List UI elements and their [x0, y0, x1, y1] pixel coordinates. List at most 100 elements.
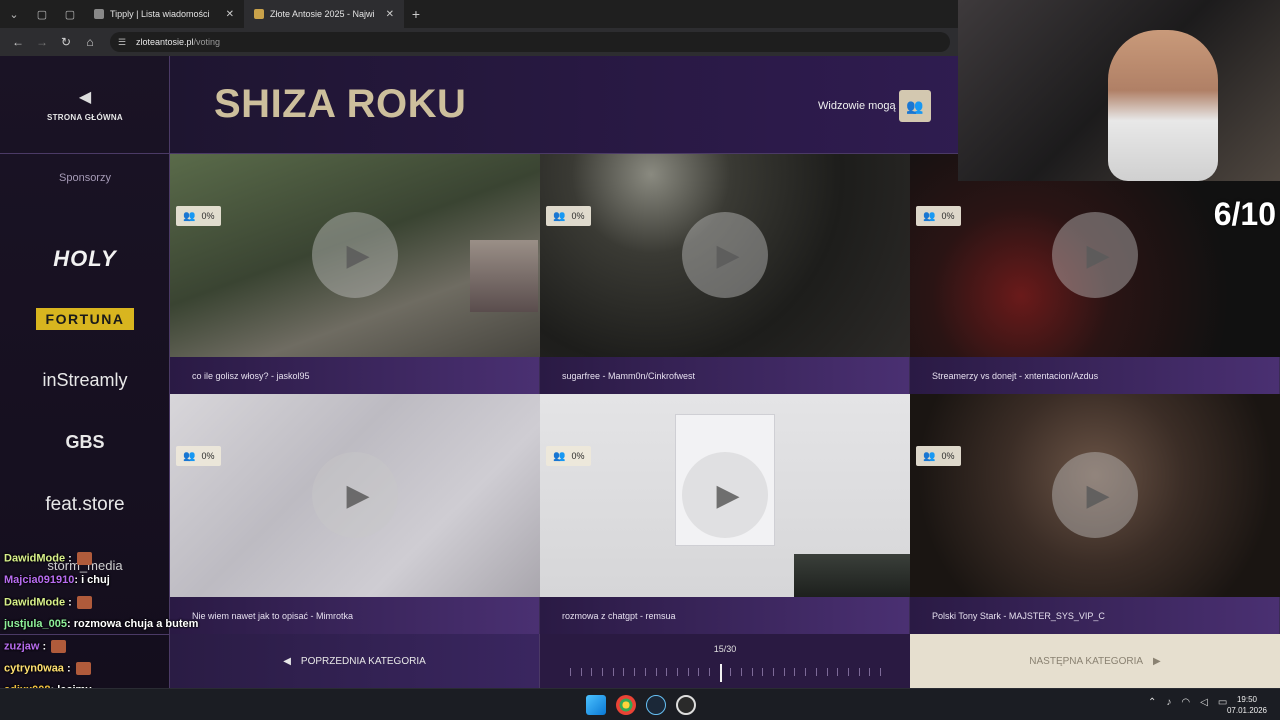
- address-bar[interactable]: ☰ zloteantosie.pl/voting: [110, 32, 950, 52]
- sponsor-logo-holy[interactable]: HOLY: [0, 246, 170, 272]
- microphone-icon[interactable]: ♪: [1166, 697, 1171, 708]
- browser-tab[interactable]: Tipply | Lista wiadomości ✕: [84, 0, 244, 28]
- windows-start-icon[interactable]: [586, 695, 606, 715]
- progress-tick-current[interactable]: [720, 664, 722, 682]
- site-info-icon[interactable]: ☰: [118, 37, 128, 47]
- close-tab-icon[interactable]: ✕: [386, 9, 394, 20]
- close-tab-icon[interactable]: ✕: [226, 9, 234, 20]
- progress-tick[interactable]: [773, 668, 774, 676]
- chat-username[interactable]: DawidMode: [4, 596, 65, 608]
- nominee-caption: Streamerzy vs donejt - xntentacion/Azdus: [910, 357, 1280, 394]
- forward-icon[interactable]: →: [30, 30, 54, 54]
- progress-tick[interactable]: [752, 668, 753, 676]
- back-icon[interactable]: ←: [6, 30, 30, 54]
- chat-username[interactable]: cytryn0waa: [4, 662, 64, 674]
- sponsor-logo-fortuna[interactable]: FORTUNA: [0, 308, 170, 330]
- pinned-tab-icon[interactable]: ▢: [28, 0, 56, 28]
- progress-tick[interactable]: [613, 668, 614, 676]
- progress-tick[interactable]: [656, 668, 657, 676]
- system-tray: ⌃ ♪ ◠ ◁ ▭: [1148, 697, 1227, 708]
- sponsor-logo-feat-store[interactable]: feat.store: [0, 494, 170, 516]
- progress-tick[interactable]: [677, 668, 678, 676]
- new-tab-icon[interactable]: +: [404, 6, 428, 22]
- nominee-caption: rozmowa z chatgpt - remsua: [540, 597, 910, 634]
- people-icon: 👥: [923, 210, 936, 222]
- progress-tick[interactable]: [805, 668, 806, 676]
- nominee-caption: co ile golisz włosy? - jaskol95: [170, 357, 540, 394]
- progress-tick[interactable]: [837, 668, 838, 676]
- play-button[interactable]: ▶: [1052, 452, 1138, 538]
- progress-tick[interactable]: [730, 668, 731, 676]
- chat-username[interactable]: justjula_005: [4, 618, 67, 630]
- nominee-card[interactable]: 👥 0% ▶ Polski Tony Stark - MAJSTER_SYS_VI…: [910, 394, 1280, 634]
- chat-username[interactable]: Majcia091910: [4, 574, 74, 586]
- progress-tick[interactable]: [581, 668, 582, 676]
- nominee-card[interactable]: 👥 0% ▶ rozmowa z chatgpt - remsua: [540, 394, 910, 634]
- progress-label: 15/30: [713, 644, 737, 654]
- volume-icon[interactable]: ◁: [1200, 697, 1208, 708]
- progress-tick[interactable]: [859, 668, 860, 676]
- home-icon[interactable]: ⌂: [78, 30, 102, 54]
- progress-tick[interactable]: [741, 668, 742, 676]
- progress-tick[interactable]: [784, 668, 785, 676]
- progress-tick[interactable]: [827, 668, 828, 676]
- sponsor-logo-instreamly[interactable]: inStreamly: [0, 370, 170, 391]
- taskbar: ⌃ ♪ ◠ ◁ ▭ 19:50 07.01.2026: [0, 688, 1280, 720]
- progress-tick[interactable]: [816, 668, 817, 676]
- progress-tick[interactable]: [698, 668, 699, 676]
- home-label: STRONA GŁÓWNA: [46, 113, 124, 122]
- wifi-icon[interactable]: ◠: [1181, 697, 1190, 708]
- progress-tick[interactable]: [666, 668, 667, 676]
- pinned-tab-icon[interactable]: ▢: [56, 0, 84, 28]
- progress-tick[interactable]: [645, 668, 646, 676]
- chat-separator: :: [39, 640, 50, 653]
- previous-category-button[interactable]: ◀ POPRZEDNIA KATEGORIA: [170, 634, 540, 688]
- tab-list-icon[interactable]: ⌄: [0, 0, 28, 28]
- progress-ticks[interactable]: [570, 664, 881, 682]
- viewers-vote-button[interactable]: 👥: [899, 90, 931, 122]
- sidebar: ◀ STRONA GŁÓWNA Sponsorzy HOLY FORTUNA i…: [0, 56, 170, 688]
- clock[interactable]: 19:50 07.01.2026: [1222, 694, 1272, 716]
- progress-tick[interactable]: [869, 668, 870, 676]
- progress-tick[interactable]: [570, 668, 571, 676]
- nominee-card[interactable]: 👥 0% ▶ co ile golisz włosy? - jaskol95: [170, 154, 540, 394]
- home-link[interactable]: ◀ STRONA GŁÓWNA: [0, 56, 170, 154]
- play-button[interactable]: ▶: [682, 452, 768, 538]
- chat-text: : i chuj: [74, 574, 110, 586]
- reload-icon[interactable]: ↻: [54, 30, 78, 54]
- progress-tick[interactable]: [762, 668, 763, 676]
- progress-tick[interactable]: [709, 668, 710, 676]
- browser-tab-active[interactable]: Złote Antosie 2025 - Największ ✕: [244, 0, 404, 28]
- progress-tick[interactable]: [880, 668, 881, 676]
- progress-tick[interactable]: [794, 668, 795, 676]
- nominee-card[interactable]: 👥 0% ▶ Nie wiem nawet jak to opisać - Mim…: [170, 394, 540, 634]
- nominee-card[interactable]: 👥 0% ▶ sugarfree - Mamm0n/Cinkrofwest: [540, 154, 910, 394]
- nominee-card[interactable]: 👥 0% ▶ Streamerzy vs donejt - xntentacion…: [910, 154, 1280, 394]
- people-icon: 👥: [553, 450, 566, 462]
- streamer-webcam-image: [958, 0, 1280, 181]
- play-button[interactable]: ▶: [312, 212, 398, 298]
- nominee-caption: sugarfree - Mamm0n/Cinkrofwest: [540, 357, 910, 394]
- play-button[interactable]: ▶: [1052, 212, 1138, 298]
- nominee-caption: Nie wiem nawet jak to opisać - Mimrotka: [170, 597, 540, 634]
- play-button[interactable]: ▶: [682, 212, 768, 298]
- progress-tick[interactable]: [602, 668, 603, 676]
- sponsor-logo-gbs[interactable]: GBS: [0, 432, 170, 453]
- chevron-up-icon[interactable]: ⌃: [1148, 697, 1156, 708]
- next-category-button[interactable]: NASTĘPNA KATEGORIA ▶: [910, 634, 1280, 688]
- play-button[interactable]: ▶: [312, 452, 398, 538]
- progress-tick[interactable]: [634, 668, 635, 676]
- steam-icon[interactable]: [646, 695, 666, 715]
- obs-icon[interactable]: [676, 695, 696, 715]
- chat-username[interactable]: DawidMode: [4, 552, 65, 564]
- chat-username[interactable]: zuzjaw: [4, 640, 39, 652]
- people-icon: 👥: [906, 97, 924, 114]
- progress-tick[interactable]: [688, 668, 689, 676]
- chrome-icon[interactable]: [616, 695, 636, 715]
- progress-tick[interactable]: [591, 668, 592, 676]
- next-category-label: NASTĘPNA KATEGORIA: [1029, 655, 1144, 667]
- progress-tick[interactable]: [848, 668, 849, 676]
- vote-percent-badge: 👥 0%: [916, 446, 962, 466]
- tab-title: Złote Antosie 2025 - Największ: [270, 9, 374, 19]
- progress-tick[interactable]: [623, 668, 624, 676]
